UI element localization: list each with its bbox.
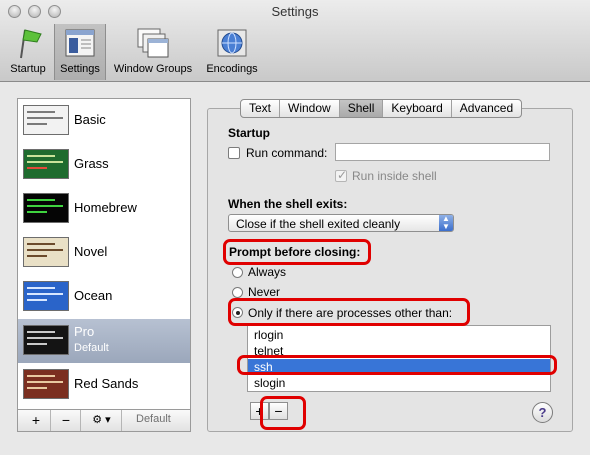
add-profile-button[interactable]: + <box>22 410 51 431</box>
profile-item-grass[interactable]: Grass <box>18 143 190 187</box>
toolbar-settings-button[interactable]: Settings <box>54 24 106 80</box>
toolbar-window-groups-label: Window Groups <box>113 63 193 75</box>
settings-window-icon <box>63 26 97 60</box>
default-profile-label: Default <box>74 342 109 354</box>
run-command-label: Run command: <box>246 146 328 160</box>
profile-item-novel[interactable]: Novel <box>18 231 190 275</box>
toolbar-startup-label: Startup <box>10 63 46 75</box>
profile-thumbnail <box>23 149 69 179</box>
tab-keyboard[interactable]: Keyboard <box>383 100 452 117</box>
tab-window[interactable]: Window <box>280 100 340 117</box>
profile-item-pro[interactable]: Pro Default <box>18 319 190 363</box>
profile-thumbnail <box>23 281 69 311</box>
profiles-list[interactable]: Basic Grass Homebrew Novel Ocean Pro Def… <box>17 98 191 410</box>
radio-always-label: Always <box>248 265 287 279</box>
profile-thumbnail <box>23 193 69 223</box>
set-default-button[interactable]: Default <box>136 413 171 425</box>
highlight-prompt-heading <box>223 239 371 265</box>
profile-action-menu-button[interactable]: ⚙ ▾ <box>82 410 122 431</box>
tab-advanced[interactable]: Advanced <box>452 100 521 117</box>
run-inside-shell-label: Run inside shell <box>352 169 437 183</box>
shell-exit-heading: When the shell exits: <box>228 197 348 211</box>
radio-always[interactable] <box>232 267 243 278</box>
highlight-ssh-row <box>237 355 557 375</box>
run-command-checkbox[interactable] <box>228 147 240 159</box>
tab-shell[interactable]: Shell <box>339 100 384 117</box>
profile-item-red-sands[interactable]: Red Sands <box>18 363 190 407</box>
profile-name: Grass <box>74 156 109 171</box>
run-command-field[interactable] <box>335 143 550 161</box>
profile-name: Red Sands <box>74 376 139 391</box>
highlight-only-if-option <box>228 298 470 326</box>
toolbar-startup-button[interactable]: Startup <box>4 24 52 80</box>
highlight-remove-button <box>260 396 306 430</box>
radio-never[interactable] <box>232 287 243 298</box>
profile-name: Novel <box>74 244 108 259</box>
profile-name: Ocean <box>74 288 113 303</box>
profile-item-ocean[interactable]: Ocean <box>18 275 190 319</box>
window-title: Settings <box>271 4 319 19</box>
help-button[interactable]: ? <box>532 402 553 423</box>
list-item[interactable]: slogin <box>248 375 550 391</box>
profiles-list-footer: + − ⚙ ▾ Default <box>17 410 191 432</box>
profile-item-basic[interactable]: Basic <box>18 99 190 143</box>
toolbar-encodings-label: Encodings <box>206 63 258 75</box>
settings-tabs: Text Window Shell Keyboard Advanced <box>240 99 523 118</box>
profile-item-homebrew[interactable]: Homebrew <box>18 187 190 231</box>
encodings-globe-icon <box>215 26 249 60</box>
shell-exit-selected-value: Close if the shell exited cleanly <box>236 217 401 231</box>
shell-exit-select[interactable]: Close if the shell exited cleanly ▲ ▼ <box>228 214 454 232</box>
profile-name: Homebrew <box>74 200 137 215</box>
flag-icon <box>11 26 45 60</box>
radio-never-label: Never <box>248 285 281 299</box>
select-arrows-icon: ▲ ▼ <box>439 215 453 231</box>
toolbar-settings-label: Settings <box>60 63 100 75</box>
checkmark-icon: ✓ <box>337 168 348 182</box>
profile-thumbnail <box>23 237 69 267</box>
profile-name: Basic <box>74 112 106 127</box>
toolbar-encodings-button[interactable]: Encodings <box>200 24 264 80</box>
startup-heading: Startup <box>228 126 270 140</box>
profile-thumbnail <box>23 105 69 135</box>
profile-thumbnail <box>23 369 69 399</box>
profile-name: Pro <box>74 324 95 339</box>
toolbar-window-groups-button[interactable]: Window Groups <box>108 24 198 80</box>
window-titlebar: Settings Startup Settings Window Groups … <box>0 0 590 82</box>
list-item[interactable]: rlogin <box>248 327 550 343</box>
remove-profile-button[interactable]: − <box>52 410 81 431</box>
profile-thumbnail <box>23 325 69 355</box>
tab-text[interactable]: Text <box>241 100 281 117</box>
run-inside-shell-checkbox[interactable]: ✓ <box>335 168 348 182</box>
window-groups-icon <box>136 26 170 60</box>
